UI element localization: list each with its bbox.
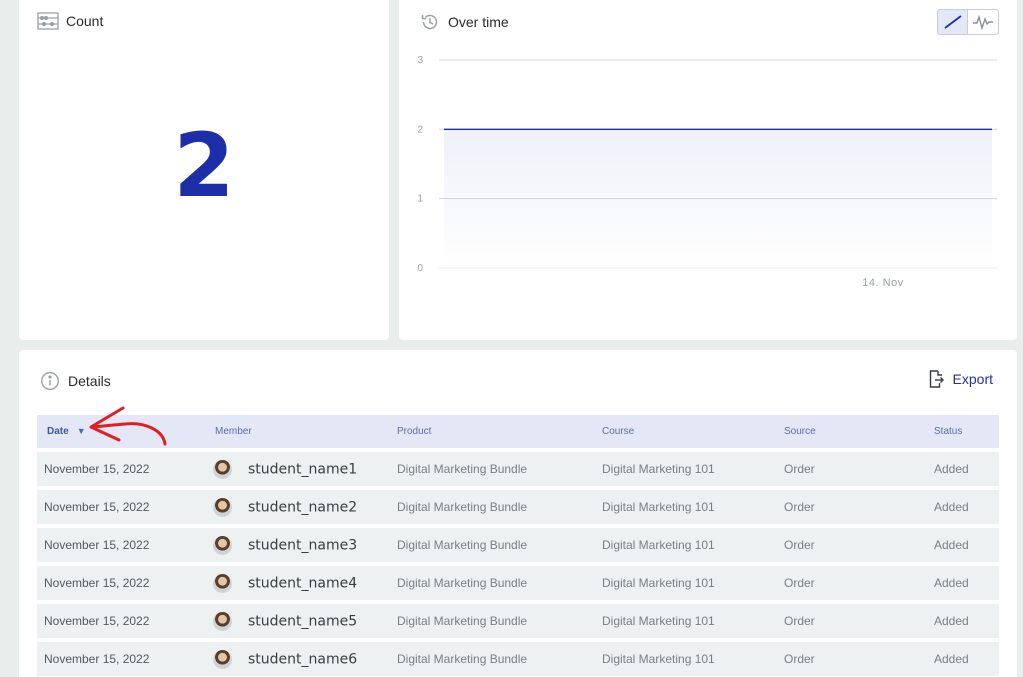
table-row[interactable]: November 15, 2022 student_name4 Digital … [37, 566, 999, 600]
cell-source: Order [774, 452, 924, 486]
cell-status: Added [924, 566, 999, 600]
chart-type-toggle [937, 9, 999, 35]
export-icon [928, 370, 944, 388]
table-row[interactable]: November 15, 2022 student_name3 Digital … [37, 528, 999, 562]
cell-member: student_name5 [205, 604, 387, 638]
line-chart-button[interactable] [938, 10, 968, 34]
avatar [213, 497, 232, 517]
export-label: Export [952, 371, 993, 387]
cell-status: Added [924, 528, 999, 562]
y-tick-label: 0 [417, 263, 423, 274]
cell-status: Added [924, 642, 999, 676]
x-tick-label: 14. Nov [862, 277, 903, 289]
cell-status: Added [924, 490, 999, 524]
cell-product: Digital Marketing Bundle [387, 566, 592, 600]
table-row[interactable]: November 15, 2022 student_name1 Digital … [37, 452, 999, 486]
cell-date: November 15, 2022 [37, 490, 205, 524]
y-tick-label: 2 [417, 124, 423, 135]
cell-source: Order [774, 528, 924, 562]
cell-source: Order [774, 642, 924, 676]
cell-member: student_name2 [205, 490, 387, 524]
overtime-title-label: Over time [448, 14, 509, 30]
details-title: Details [39, 370, 111, 392]
column-header-course[interactable]: Course [592, 415, 774, 448]
avatar [213, 649, 232, 669]
cell-member: student_name4 [205, 566, 387, 600]
column-header-product[interactable]: Product [387, 415, 592, 448]
abacus-icon [37, 10, 59, 32]
details-card: Details Export Date ▼ Member Product Cour… [19, 350, 1017, 677]
column-header-status[interactable]: Status [924, 415, 999, 448]
cell-product: Digital Marketing Bundle [387, 490, 592, 524]
count-value: 2 [173, 114, 235, 217]
details-title-label: Details [68, 373, 111, 389]
count-title: Count [37, 10, 103, 32]
cell-date: November 15, 2022 [37, 642, 205, 676]
cell-course: Digital Marketing 101 [592, 452, 774, 486]
pulse-chart-button[interactable] [968, 10, 998, 34]
cell-member: student_name1 [205, 452, 387, 486]
cell-product: Digital Marketing Bundle [387, 452, 592, 486]
avatar [213, 535, 232, 555]
table-row[interactable]: November 15, 2022 student_name5 Digital … [37, 604, 999, 638]
details-table: Date ▼ Member Product Course Source Statu… [37, 411, 999, 677]
avatar [213, 611, 232, 631]
cell-source: Order [774, 490, 924, 524]
cell-source: Order [774, 604, 924, 638]
table-header-row: Date ▼ Member Product Course Source Statu… [37, 415, 999, 448]
cell-course: Digital Marketing 101 [592, 566, 774, 600]
series-area [444, 129, 992, 268]
cell-date: November 15, 2022 [37, 452, 205, 486]
cell-course: Digital Marketing 101 [592, 528, 774, 562]
pulse-chart-icon [973, 14, 993, 30]
avatar [213, 459, 232, 479]
cell-product: Digital Marketing Bundle [387, 528, 592, 562]
cell-member: student_name6 [205, 642, 387, 676]
y-tick-label: 3 [417, 55, 423, 66]
line-chart-icon [943, 15, 962, 29]
cell-date: November 15, 2022 [37, 528, 205, 562]
column-header-member[interactable]: Member [205, 415, 387, 448]
column-header-source[interactable]: Source [774, 415, 924, 448]
export-button[interactable]: Export [928, 370, 993, 388]
info-icon [39, 370, 61, 392]
table-row[interactable]: November 15, 2022 student_name2 Digital … [37, 490, 999, 524]
annotation-arrow-icon [89, 406, 167, 446]
cell-member: student_name3 [205, 528, 387, 562]
cell-course: Digital Marketing 101 [592, 642, 774, 676]
cell-course: Digital Marketing 101 [592, 604, 774, 638]
overtime-chart: 0 1 2 3 14. Nov [417, 55, 997, 289]
cell-product: Digital Marketing Bundle [387, 604, 592, 638]
overtime-card: 0 1 2 3 14. Nov Over time [399, 0, 1017, 340]
count-title-label: Count [66, 13, 104, 29]
history-icon [419, 11, 441, 33]
overtime-title: Over time [419, 11, 509, 33]
count-card: Count 2 [19, 0, 389, 340]
avatar [213, 573, 232, 593]
y-tick-label: 1 [417, 194, 423, 205]
table-row[interactable]: November 15, 2022 student_name6 Digital … [37, 642, 999, 676]
cell-date: November 15, 2022 [37, 604, 205, 638]
cell-status: Added [924, 452, 999, 486]
cell-source: Order [774, 566, 924, 600]
cell-status: Added [924, 604, 999, 638]
cell-date: November 15, 2022 [37, 566, 205, 600]
cell-product: Digital Marketing Bundle [387, 642, 592, 676]
cell-course: Digital Marketing 101 [592, 490, 774, 524]
